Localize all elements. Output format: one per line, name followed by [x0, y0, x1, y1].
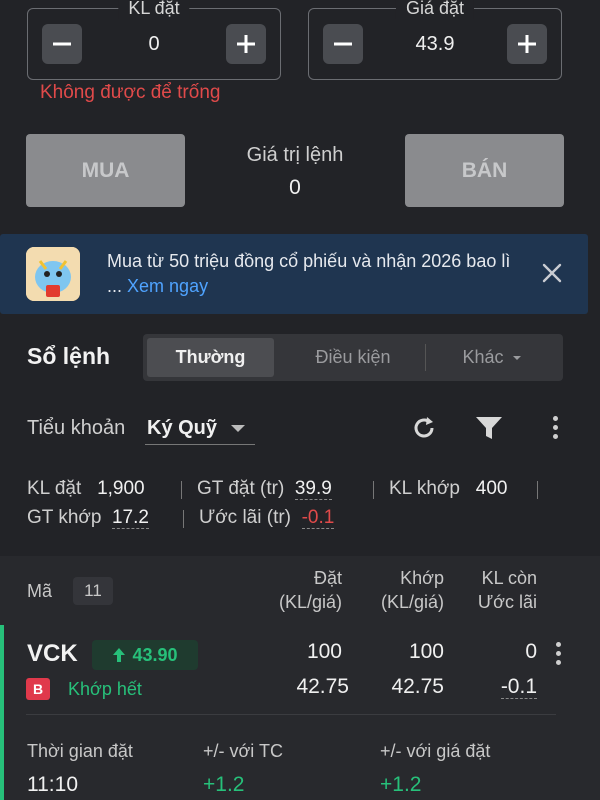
arrow-up-icon	[113, 648, 126, 662]
order-status: Khớp hết	[68, 679, 142, 699]
column-matched-line2: (KL/giá)	[380, 592, 444, 612]
column-placed: Đặt (KL/giá)	[250, 566, 342, 614]
stat-separator	[183, 510, 184, 528]
tab-other-label: Khác	[462, 347, 504, 367]
order-type-tabs: Thường Điều kiện Khác	[143, 334, 563, 381]
quantity-label: KL đặt	[118, 0, 190, 19]
column-placed-line2: (KL/giá)	[278, 592, 342, 612]
stat-gt-dat-label: GT đặt (tr)	[197, 478, 285, 499]
stat-kl-khop-label: KL khớp	[389, 478, 460, 499]
order-value-label: Giá trị lệnh	[246, 144, 344, 166]
price-stepper: Giá đặt 43.9	[308, 0, 562, 80]
stat-gt-khop-label: GT khớp	[27, 507, 102, 528]
tab-normal[interactable]: Thường	[147, 338, 274, 377]
order-time-label: Thời gian đặt	[27, 741, 133, 761]
stat-uoc-lai-value: -0.1	[301, 507, 335, 529]
close-icon[interactable]	[540, 261, 564, 285]
minus-icon	[53, 42, 71, 46]
stat-kl-khop: KL khớp 400	[389, 478, 507, 500]
stat-separator	[537, 481, 538, 499]
stat-gt-dat-value: 39.9	[294, 478, 332, 500]
order-matched-qty: 100	[408, 640, 444, 663]
plus-icon	[518, 35, 536, 53]
column-remaining: KL còn Ước lãi	[455, 566, 537, 614]
stat-kl-dat-value: 1,900	[97, 478, 145, 499]
caret-down-icon	[512, 355, 521, 360]
order-placed-qty: 100	[306, 640, 342, 663]
order-row-indicator	[0, 625, 4, 800]
stat-uoc-lai: Ước lãi (tr) -0.1	[199, 507, 335, 529]
quantity-decrease-button[interactable]	[42, 24, 82, 64]
row-divider	[26, 714, 556, 715]
order-book-title: Sổ lệnh	[27, 343, 111, 369]
stat-gt-khop-value: 17.2	[111, 507, 149, 529]
order-placed-price: 42.75	[296, 675, 349, 698]
order-price-chip: 43.90	[92, 640, 198, 670]
order-vs-price-label: +/- với giá đặt	[380, 741, 491, 761]
order-est-profit: -0.1	[455, 675, 537, 699]
subaccount-select[interactable]: Ký Quỹ	[147, 417, 217, 440]
price-increase-button[interactable]	[507, 24, 547, 64]
quantity-stepper: KL đặt 0	[27, 0, 281, 80]
stat-gt-dat: GT đặt (tr) 39.9	[197, 478, 332, 500]
column-remaining-line2: Ước lãi	[477, 592, 537, 612]
column-matched: Khớp (KL/giá)	[350, 566, 444, 614]
order-price: 43.90	[132, 644, 178, 665]
mascot-image	[26, 247, 80, 301]
stat-separator	[181, 481, 182, 499]
order-vs-ref-label: +/- với TC	[203, 741, 283, 761]
column-symbol: Mã	[27, 581, 53, 601]
stat-kl-khop-value: 400	[475, 478, 508, 499]
order-value: 0	[289, 176, 301, 199]
price-label: Giá đặt	[395, 0, 475, 19]
column-matched-line1: Khớp	[400, 568, 444, 588]
order-matched-price: 42.75	[391, 675, 444, 698]
refresh-icon[interactable]	[409, 413, 439, 443]
column-placed-line1: Đặt	[313, 568, 342, 588]
stat-gt-khop: GT khớp 17.2	[27, 507, 149, 529]
plus-icon	[237, 35, 255, 53]
order-symbol[interactable]: VCK	[27, 640, 78, 668]
tab-other[interactable]: Khác	[427, 338, 559, 377]
stat-kl-dat-label: KL đặt	[27, 478, 82, 499]
order-more-icon[interactable]	[556, 642, 562, 669]
order-est-profit-value: -0.1	[500, 675, 537, 699]
stat-kl-dat: KL đặt 1,900	[27, 478, 145, 500]
buy-button[interactable]: MUA	[26, 134, 185, 207]
sell-button[interactable]: BÁN	[405, 134, 564, 207]
quantity-error-message: Không được để trống	[40, 82, 221, 103]
order-remaining-qty: 0	[525, 640, 537, 663]
subaccount-label: Tiểu khoản	[27, 417, 126, 439]
price-decrease-button[interactable]	[323, 24, 363, 64]
promo-banner[interactable]: Mua từ 50 triệu đồng cổ phiếu và nhận 20…	[0, 234, 588, 314]
chevron-down-icon[interactable]	[231, 425, 245, 432]
tab-divider	[425, 344, 426, 371]
column-remaining-line1: KL còn	[481, 568, 537, 588]
minus-icon	[334, 42, 352, 46]
filter-icon[interactable]	[474, 414, 504, 442]
tab-conditional[interactable]: Điều kiện	[283, 338, 423, 377]
more-options-icon[interactable]	[553, 416, 559, 443]
order-vs-price: +1.2	[380, 773, 422, 796]
stat-uoc-lai-label: Ước lãi (tr)	[199, 507, 292, 528]
side-badge: B	[26, 678, 50, 700]
order-vs-ref: +1.2	[203, 773, 245, 796]
promo-link[interactable]: Xem ngay	[127, 276, 208, 296]
price-input[interactable]: 43.9	[369, 33, 501, 56]
subaccount-underline	[145, 444, 255, 445]
order-count-badge: 11	[73, 577, 113, 605]
stat-separator	[373, 481, 374, 499]
promo-text: Mua từ 50 triệu đồng cổ phiếu và nhận 20…	[107, 249, 527, 299]
quantity-increase-button[interactable]	[226, 24, 266, 64]
order-time: 11:10	[27, 773, 78, 796]
quantity-input[interactable]: 0	[88, 33, 220, 56]
